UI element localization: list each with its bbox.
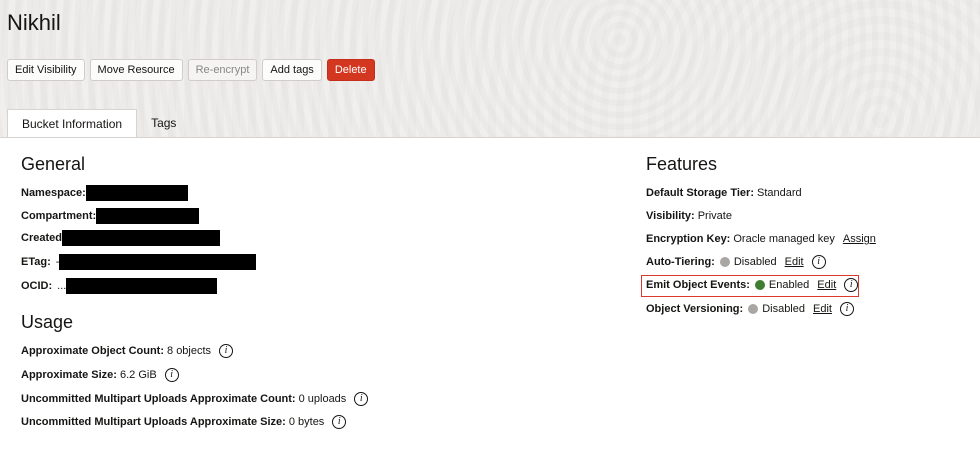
status-dot-icon xyxy=(754,280,765,290)
move-resource-button[interactable]: Move Resource xyxy=(89,59,183,81)
encryption-row: Encryption Key: Oracle managed key Assig… xyxy=(646,231,876,247)
size-label: Approximate Size: xyxy=(21,369,117,381)
delete-button[interactable]: Delete xyxy=(326,59,375,81)
emit-events-edit-link[interactable]: Edit xyxy=(817,279,836,291)
general-heading: General xyxy=(21,154,86,174)
auto-tiering-value: Disabled xyxy=(733,256,777,268)
versioning-row: Object Versioning: Disabled Edit i xyxy=(646,301,854,317)
multipart-count-label: Uncommitted Multipart Uploads Approximat… xyxy=(21,393,296,405)
edit-visibility-button[interactable]: Edit Visibility xyxy=(7,59,85,81)
compartment-label: Compartment: xyxy=(21,210,97,222)
info-icon[interactable]: i xyxy=(219,344,234,358)
visibility-value: Private xyxy=(697,210,732,222)
visibility-label: Visibility: xyxy=(646,210,695,222)
tab-tags[interactable]: Tags xyxy=(137,109,190,138)
ocid-prefix: ... xyxy=(57,280,67,292)
status-dot-icon xyxy=(748,304,759,314)
multipart-count-value: 0 uploads xyxy=(298,393,347,405)
created-redacted xyxy=(61,230,220,246)
object-count-value: 8 objects xyxy=(167,345,212,357)
emit-events-row: Emit Object Events: Enabled Edit i xyxy=(646,277,859,293)
re-encrypt-button[interactable]: Re-encrypt xyxy=(187,59,258,81)
created-label: Created xyxy=(21,232,62,244)
compartment-redacted xyxy=(96,208,200,224)
emit-events-label: Emit Object Events: xyxy=(646,279,750,291)
visibility-row: Visibility: Private xyxy=(646,208,732,224)
info-icon[interactable]: i xyxy=(354,392,369,406)
multipart-size-label: Uncommitted Multipart Uploads Approximat… xyxy=(21,416,286,428)
size-value: 6.2 GiB xyxy=(119,369,157,381)
namespace-label: Namespace: xyxy=(21,187,86,199)
page-title: Nikhil xyxy=(7,10,61,35)
action-toolbar: Edit Visibility Move Resource Re-encrypt… xyxy=(7,59,375,81)
size-row: Approximate Size: 6.2 GiB i xyxy=(21,367,179,383)
etag-label: ETag: xyxy=(21,256,51,268)
multipart-size-value: 0 bytes xyxy=(288,416,325,428)
namespace-row: Namespace: xyxy=(21,185,188,201)
info-icon[interactable]: i xyxy=(839,302,854,316)
ocid-label: OCID: xyxy=(21,280,53,292)
created-row: Created xyxy=(21,230,220,246)
info-icon[interactable]: i xyxy=(332,415,347,429)
namespace-redacted xyxy=(85,185,188,201)
tab-bucket-information[interactable]: Bucket Information xyxy=(7,109,138,139)
auto-tiering-edit-link[interactable]: Edit xyxy=(785,256,804,268)
auto-tiering-row: Auto-Tiering: Disabled Edit i xyxy=(646,254,826,270)
etag-row: ETag: - xyxy=(21,254,257,270)
info-icon[interactable]: i xyxy=(811,255,826,269)
storage-tier-row: Default Storage Tier: Standard xyxy=(646,185,802,201)
compartment-row: Compartment: xyxy=(21,208,200,224)
usage-heading: Usage xyxy=(21,312,74,332)
info-icon[interactable]: i xyxy=(164,368,179,382)
assign-link[interactable]: Assign xyxy=(843,233,876,245)
storage-tier-label: Default Storage Tier: xyxy=(646,187,754,199)
ocid-row: OCID: ... xyxy=(21,278,218,294)
features-heading: Features xyxy=(646,154,718,174)
encryption-label: Encryption Key: xyxy=(646,233,731,245)
versioning-value: Disabled xyxy=(762,303,805,315)
multipart-count-row: Uncommitted Multipart Uploads Approximat… xyxy=(21,391,369,407)
encryption-value: Oracle managed key xyxy=(733,233,835,245)
tab-bar: Bucket Information Tags xyxy=(7,109,190,139)
versioning-edit-link[interactable]: Edit xyxy=(813,303,832,315)
versioning-label: Object Versioning: xyxy=(646,303,744,315)
ocid-redacted xyxy=(66,278,218,294)
info-icon[interactable]: i xyxy=(844,278,859,292)
etag-redacted xyxy=(59,254,257,270)
object-count-row: Approximate Object Count: 8 objects i xyxy=(21,343,234,359)
object-count-label: Approximate Object Count: xyxy=(21,345,165,357)
multipart-size-row: Uncommitted Multipart Uploads Approximat… xyxy=(21,414,347,430)
auto-tiering-label: Auto-Tiering: xyxy=(646,256,715,268)
add-tags-button[interactable]: Add tags xyxy=(262,59,322,81)
status-dot-icon xyxy=(719,257,730,267)
emit-events-value: Enabled xyxy=(768,279,810,291)
storage-tier-value: Standard xyxy=(757,187,802,199)
